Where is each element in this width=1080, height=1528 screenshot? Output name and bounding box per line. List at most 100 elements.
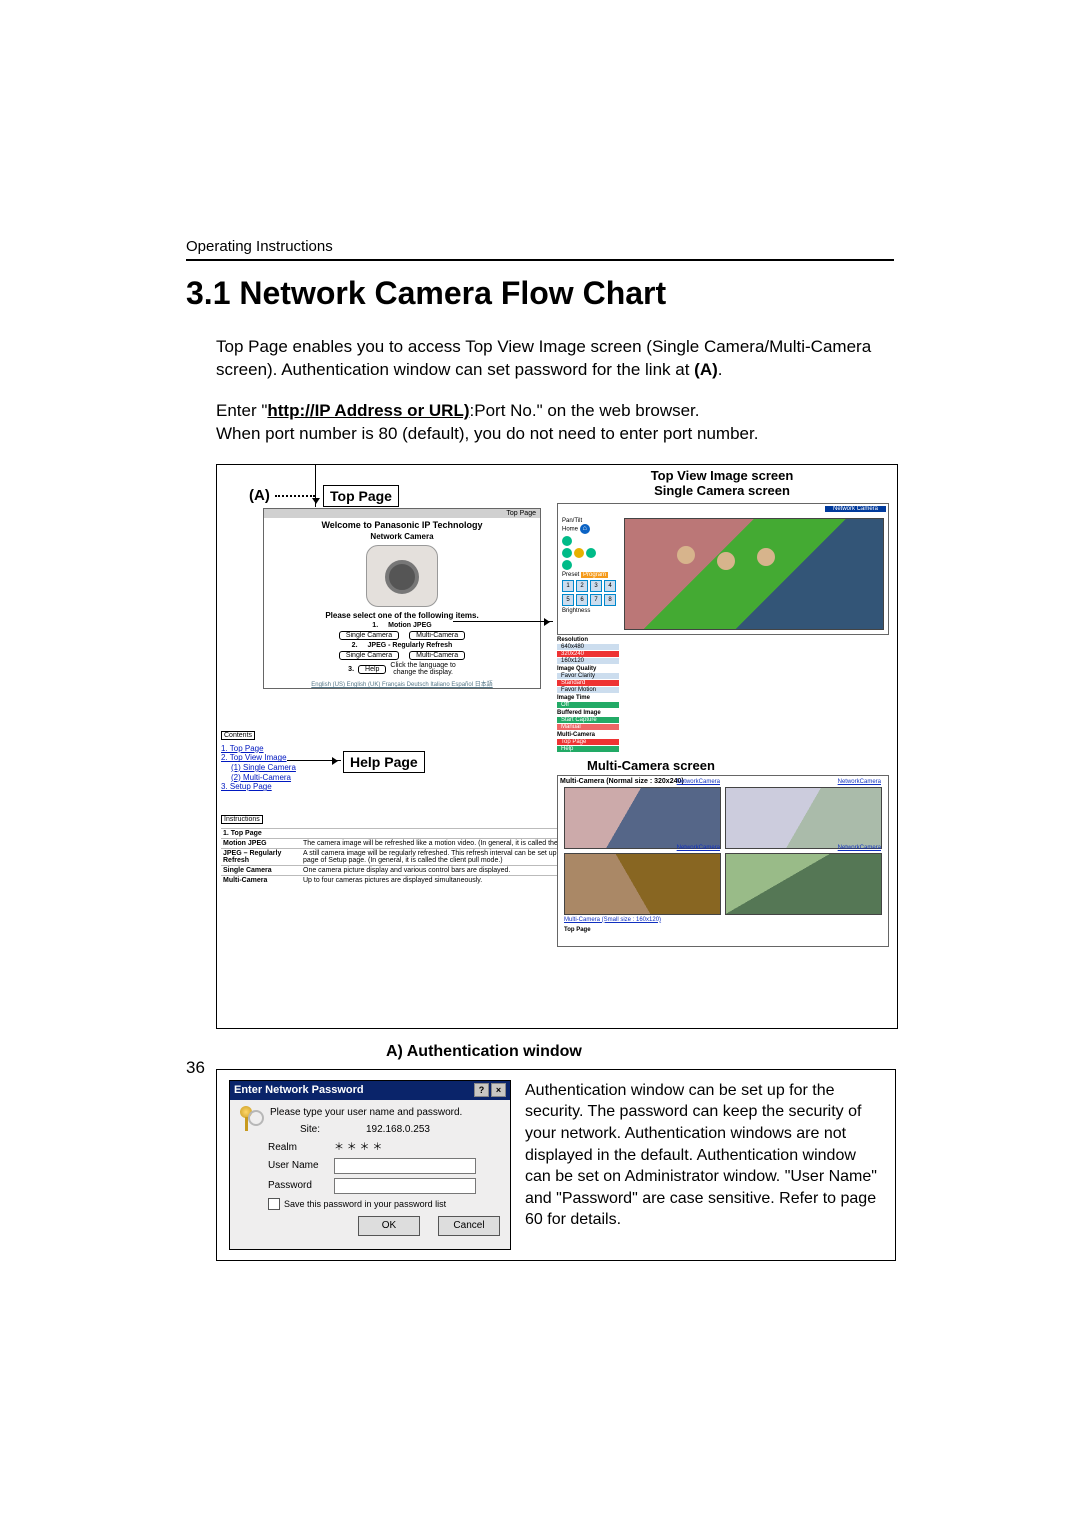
intro1-text: Top Page enables you to access Top View … [216, 337, 871, 379]
imgtime-off[interactable]: Off [557, 702, 619, 708]
single-title: Top View Image screen Single Camera scre… [557, 469, 887, 499]
preset-3[interactable]: 3 [590, 580, 602, 592]
link-single[interactable]: (1) Single Camera [231, 763, 296, 772]
iq-label: Image Quality [557, 666, 619, 672]
mc-top[interactable]: Top Page [557, 739, 619, 745]
pill-help[interactable]: Help [358, 665, 386, 674]
pan-center-icon[interactable] [574, 548, 584, 558]
realm-value: ＊ ＊ ＊ ＊ [334, 1141, 504, 1155]
link-multi[interactable]: (2) Multi-Camera [231, 773, 291, 782]
buf-manual[interactable]: Manual [557, 724, 619, 730]
link-top-view[interactable]: 2. Top View Image [221, 753, 287, 762]
running-head: Operating Instructions [186, 238, 894, 255]
mc-cell-1: NetworkCamera [564, 787, 721, 849]
language-links[interactable]: English (US) English (UK) Français Deuts… [264, 679, 540, 688]
t2: Single Camera screen [654, 483, 790, 498]
welcome-text: Welcome to Panasonic IP Technology [264, 518, 540, 532]
n3: 3. [348, 666, 354, 673]
ok-button[interactable]: OK [358, 1216, 420, 1236]
help-icon[interactable]: ? [474, 1083, 489, 1097]
top-page-window: Top Page Welcome to Panasonic IP Technol… [263, 508, 541, 689]
pass-input[interactable] [334, 1178, 476, 1194]
auth-block: Enter Network Password ? × Please type y… [216, 1069, 896, 1261]
mc-cell-4: NetworkCamera [725, 853, 882, 915]
lang-note-2: change the display. [393, 669, 453, 676]
iq-motion[interactable]: Favor Motion [557, 687, 619, 693]
single-camera-panel: Network Camera Pan/Tilt Home ⌂ Preset Pr… [557, 503, 889, 635]
preset-2[interactable]: 2 [576, 580, 588, 592]
mc-foot1[interactable]: Multi-Camera (Small size : 160x120) [558, 915, 888, 925]
pill-single-1[interactable]: Single Camera [339, 631, 399, 640]
instruction-term: Single Camera [221, 866, 301, 875]
res-640[interactable]: 640x480 [557, 644, 619, 650]
top-page-bar: Top Page [264, 509, 540, 518]
brightness-label: Brightness [562, 608, 616, 614]
imgtime-label: Image Time [557, 695, 619, 701]
n2-lbl: JPEG - Regularly Refresh [368, 642, 453, 649]
pantilt-label: Pan/Tilt [562, 518, 616, 524]
help-page-box: Help Page [343, 751, 425, 773]
preset-1[interactable]: 1 [562, 580, 574, 592]
intro2b: :Port No." on the web browser. [470, 401, 700, 420]
mc-help[interactable]: Help [557, 746, 619, 752]
n2: 2. [352, 642, 358, 649]
instruction-term: Multi-Camera [221, 876, 301, 885]
intro2-line2: When port number is 80 (default), you do… [216, 424, 758, 443]
single-camera-photo [624, 518, 884, 630]
mc-label: Multi-Camera [557, 732, 619, 738]
link-top-page[interactable]: 1. Top Page [221, 744, 264, 753]
preset-4[interactable]: 4 [604, 580, 616, 592]
intro2-bold: http://IP Address or URL) [267, 401, 469, 420]
cap4[interactable]: NetworkCamera [838, 845, 881, 851]
pill-multi-1[interactable]: Multi-Camera [409, 631, 465, 640]
intro2a: Enter " [216, 401, 267, 420]
site-value: 192.168.0.253 [366, 1123, 504, 1137]
lang-note-1: Click the language to [390, 662, 455, 669]
preset-5[interactable]: 5 [562, 594, 574, 606]
flow-chart: (A) Top Page Top Page Welcome to Panason… [216, 464, 898, 1029]
save-checkbox[interactable] [268, 1198, 280, 1210]
pan-right-icon[interactable] [586, 548, 596, 558]
home-icon[interactable]: ⌂ [580, 524, 590, 534]
res-160[interactable]: 160x120 [557, 658, 619, 664]
cap3[interactable]: NetworkCamera [677, 845, 720, 851]
netcam-bar: Network Camera [825, 506, 886, 512]
save-label: Save this password in your password list [284, 1198, 446, 1210]
page-title: 3.1 Network Camera Flow Chart [186, 275, 894, 312]
arrow-to-single [453, 621, 553, 622]
preset-8[interactable]: 8 [604, 594, 616, 606]
pan-up-icon[interactable] [562, 536, 572, 546]
buf-label: Buffered Image [557, 710, 619, 716]
preset-7[interactable]: 7 [590, 594, 602, 606]
intro-paragraph-2: Enter "http://IP Address or URL):Port No… [216, 400, 894, 446]
resolution-label: Resolution [557, 637, 619, 643]
preset-6[interactable]: 6 [576, 594, 588, 606]
camera-illustration [366, 545, 438, 607]
close-icon[interactable]: × [491, 1083, 506, 1097]
pan-left-icon[interactable] [562, 548, 572, 558]
pill-single-2[interactable]: Single Camera [339, 651, 399, 660]
link-setup[interactable]: 3. Setup Page [221, 782, 272, 791]
keys-icon [240, 1106, 262, 1134]
instruction-term: JPEG – Regularly Refresh [221, 849, 301, 865]
t1: Top View Image screen [651, 468, 794, 483]
user-label: User Name [268, 1159, 334, 1173]
cap2[interactable]: NetworkCamera [838, 779, 881, 785]
cap1[interactable]: NetworkCamera [677, 779, 720, 785]
res-320[interactable]: 320x240 [557, 651, 619, 657]
pick-line: Please select one of the following items… [264, 611, 540, 620]
program-badge[interactable]: Program [581, 572, 608, 578]
auth-paragraph: Authentication window can be set up for … [525, 1080, 883, 1250]
mc-foot2[interactable]: Top Page [558, 925, 888, 935]
iq-clarity[interactable]: Favor Clarity [557, 673, 619, 679]
pill-multi-2[interactable]: Multi-Camera [409, 651, 465, 660]
control-strip: Pan/Tilt Home ⌂ Preset Program 1 2 3 [562, 518, 616, 614]
buf-start[interactable]: Start Capture [557, 717, 619, 723]
instructions-head: Instructions [221, 815, 263, 824]
pan-down-icon[interactable] [562, 560, 572, 570]
auth-heading: A) Authentication window [386, 1043, 894, 1061]
multi-title: Multi-Camera screen [557, 758, 887, 773]
iq-standard[interactable]: Standard [557, 680, 619, 686]
user-input[interactable] [334, 1158, 476, 1174]
cancel-button[interactable]: Cancel [438, 1216, 500, 1236]
